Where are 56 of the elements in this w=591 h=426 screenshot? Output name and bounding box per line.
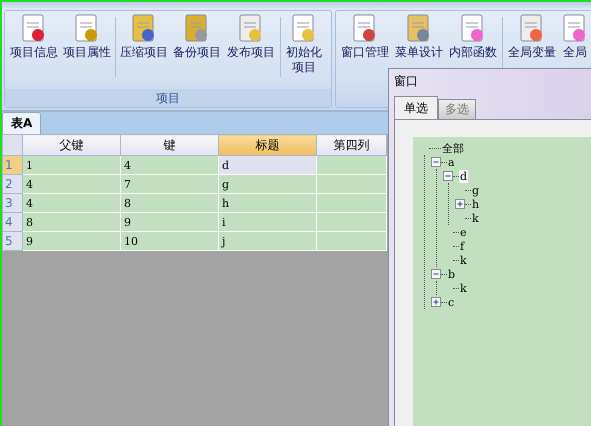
tree-item[interactable]: c <box>447 296 456 308</box>
table-cell <box>316 194 386 212</box>
tree-item[interactable]: k <box>459 282 468 294</box>
table-cell: 9 <box>22 232 120 250</box>
tree-item[interactable]: a <box>447 156 456 168</box>
tree-item[interactable]: e <box>459 226 468 238</box>
ribbon-button[interactable]: 初始化项目 <box>284 13 324 75</box>
ribbon-button[interactable]: 发布项目 <box>225 13 277 60</box>
ribbon-button[interactable]: 压缩项目 <box>119 13 169 60</box>
table-cell <box>316 156 386 174</box>
table-cell: h <box>218 194 316 212</box>
ribbon-button[interactable]: 内部函数 <box>447 13 499 60</box>
table-cell: 1 <box>22 156 120 174</box>
tree-item[interactable]: f <box>459 240 466 252</box>
tree-item[interactable]: d <box>459 170 468 182</box>
table-cell <box>316 212 386 232</box>
table-cell: 4 <box>22 194 120 212</box>
tree-item[interactable]: 全部 <box>441 140 465 156</box>
table-cell: 10 <box>120 232 218 250</box>
table-cell <box>316 232 386 250</box>
ribbon-button[interactable]: 窗口管理 <box>339 13 391 60</box>
ribbon-button[interactable]: 项目信息 <box>8 13 60 60</box>
expand-toggle[interactable] <box>431 297 441 307</box>
column-header[interactable]: 键 <box>120 134 218 156</box>
tab[interactable]: 单选 <box>394 96 438 119</box>
column-header[interactable]: 标题 <box>218 134 316 156</box>
expand-toggle[interactable] <box>455 199 465 209</box>
collapse-toggle[interactable] <box>431 157 441 167</box>
window-title: 窗口 <box>393 73 419 90</box>
table-cell: 8 <box>120 194 218 212</box>
tree-item[interactable]: b <box>447 268 456 280</box>
ribbon-button[interactable]: 备份项目 <box>171 13 223 60</box>
ribbon-button[interactable]: 全局变量 <box>506 13 558 60</box>
table-cell: g <box>218 174 316 194</box>
tree-item[interactable]: h <box>471 198 480 210</box>
collapse-toggle[interactable] <box>443 171 453 181</box>
group-label: 项目 <box>5 89 331 107</box>
column-header[interactable]: 父键 <box>22 134 120 156</box>
tree-item[interactable]: g <box>471 184 480 196</box>
ribbon-button[interactable]: 全局 <box>560 13 590 60</box>
table-cell: 4 <box>120 156 218 174</box>
table-cell: j <box>218 232 316 250</box>
table-cell: 7 <box>120 174 218 194</box>
table-cell: d <box>218 156 316 174</box>
ribbon-button[interactable]: 菜单设计 <box>393 13 445 60</box>
tree-item[interactable]: k <box>471 212 480 224</box>
sheet-tab[interactable]: 表A <box>2 112 42 134</box>
tree-item[interactable]: k <box>459 254 468 266</box>
table-cell: 8 <box>22 212 120 232</box>
table-cell: 9 <box>120 212 218 232</box>
collapse-toggle[interactable] <box>431 269 441 279</box>
table-cell <box>316 174 386 194</box>
table-cell: 4 <box>22 174 120 194</box>
column-header[interactable]: 第四列 <box>316 134 386 156</box>
ribbon-button[interactable]: 项目属性 <box>62 13 112 60</box>
table-cell: i <box>218 212 316 232</box>
